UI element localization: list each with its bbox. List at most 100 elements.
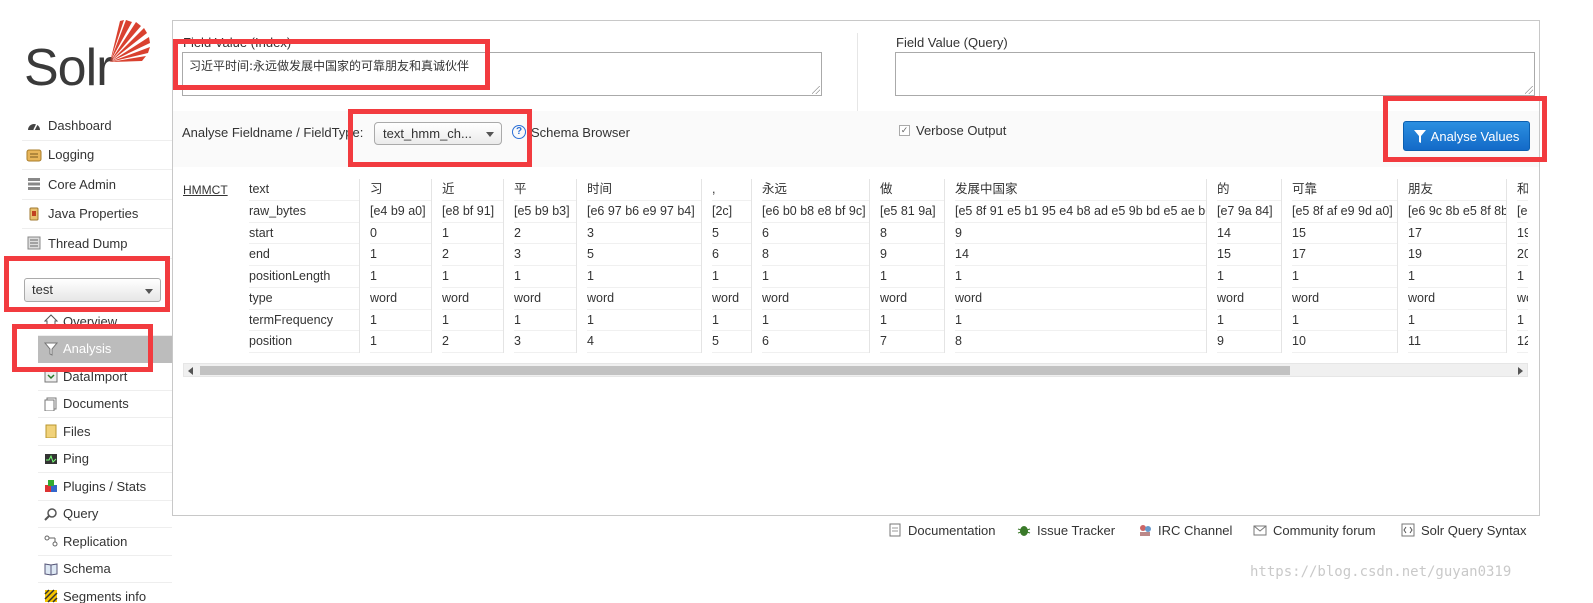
token-raw_bytes: [e6 b0 b8 e8 bf 9c] xyxy=(762,201,869,223)
attribute-name: end xyxy=(249,244,359,266)
resize-grip-icon[interactable] xyxy=(812,86,820,94)
token-termfrequency: 1 xyxy=(1217,310,1281,332)
sidebar-item-logging[interactable]: Logging xyxy=(22,141,172,170)
core-item-ping[interactable]: Ping xyxy=(38,446,172,473)
core-item-analysis[interactable]: Analysis xyxy=(38,335,172,363)
core-item-label: Replication xyxy=(63,533,128,549)
analysis-panel: Field Value (Index) 习近平时间:永远做发展中国家的可靠朋友和… xyxy=(172,20,1540,516)
horizontal-scrollbar[interactable] xyxy=(183,363,1528,377)
footer-community-forum[interactable]: Community forum xyxy=(1253,521,1376,539)
core-item-label: Documents xyxy=(63,396,129,412)
sidebar-item-label: Logging xyxy=(48,147,95,163)
resize-grip-icon[interactable] xyxy=(1525,86,1533,94)
token-position: 5 xyxy=(712,331,751,353)
footer-solr-query-syntax[interactable]: Solr Query Syntax xyxy=(1401,521,1527,539)
scroll-right-icon[interactable] xyxy=(1518,367,1523,375)
token-position: 6 xyxy=(762,331,869,353)
token-type: word xyxy=(514,288,576,310)
core-item-documents[interactable]: Documents xyxy=(38,391,172,418)
footer-label: IRC Channel xyxy=(1158,522,1233,538)
scroll-left-icon[interactable] xyxy=(188,367,193,375)
core-item-replication[interactable]: Replication xyxy=(38,528,172,556)
token-position: 8 xyxy=(955,331,1206,353)
core-item-overview[interactable]: Overview xyxy=(38,308,172,336)
overview-icon xyxy=(43,314,59,328)
verbose-output-label: Verbose Output xyxy=(916,123,1007,138)
attribute-name: position xyxy=(249,331,359,353)
token-positionlength: 1 xyxy=(370,266,431,288)
token-termfrequency: 1 xyxy=(1292,310,1397,332)
token-type: word xyxy=(442,288,503,310)
token-text: 可靠 xyxy=(1292,179,1397,201)
fieldtype-select[interactable]: text_hmm_ch... xyxy=(374,122,502,145)
token-termfrequency: 1 xyxy=(1408,310,1506,332)
solr-sun-icon xyxy=(110,20,150,62)
plugins-icon xyxy=(44,479,58,493)
sidebar-item-thread-dump[interactable]: Thread Dump xyxy=(22,229,172,259)
analyse-values-button[interactable]: Analyse Values xyxy=(1403,121,1530,151)
core-item-schema[interactable]: Schema xyxy=(38,556,172,583)
token-raw_bytes: [2c] xyxy=(712,201,751,223)
core-item-files[interactable]: Files xyxy=(38,418,172,446)
core-nav: Overview Analysis DataImport Documents F… xyxy=(38,308,172,603)
core-item-label: Schema xyxy=(63,561,111,577)
token-end: 15 xyxy=(1217,244,1281,266)
field-divider xyxy=(857,33,858,111)
token-raw_bytes: [e5 b9 b3] xyxy=(514,201,576,223)
core-selector[interactable]: test xyxy=(24,278,161,302)
token-termfrequency: 1 xyxy=(442,310,503,332)
java-properties-icon xyxy=(26,207,42,221)
token-raw_bytes: [e xyxy=(1517,201,1528,223)
segments-icon xyxy=(44,589,58,603)
token-positionlength: 1 xyxy=(1217,266,1281,288)
token-start: 3 xyxy=(587,223,701,245)
footer-label: Community forum xyxy=(1273,522,1376,538)
token-end: 14 xyxy=(955,244,1206,266)
token-position: 9 xyxy=(1217,331,1281,353)
token-raw_bytes: [e4 b9 a0] xyxy=(370,201,431,223)
analyse-values-label: Analyse Values xyxy=(1430,128,1520,144)
index-value-input[interactable]: 习近平时间:永远做发展中国家的可靠朋友和真诚伙伴 xyxy=(182,52,822,96)
token-raw_bytes: [e5 8f 91 e5 b1 95 e4 b8 ad e5 9b bd e5 … xyxy=(955,201,1206,223)
token-end: 17 xyxy=(1292,244,1397,266)
sidebar-item-dashboard[interactable]: Dashboard xyxy=(22,111,172,141)
token-end: 5 xyxy=(587,244,701,266)
sidebar: Solr Dashboard Logging Core Admin Java P… xyxy=(0,0,172,603)
token-termfrequency: 1 xyxy=(712,310,751,332)
schema-browser-link[interactable]: Schema Browser xyxy=(531,125,630,140)
core-item-plugins-stats[interactable]: Plugins / Stats xyxy=(38,473,172,501)
scrollbar-thumb[interactable] xyxy=(200,366,1290,375)
core-item-query[interactable]: Query xyxy=(38,501,172,528)
index-value-text: 习近平时间:永远做发展中国家的可靠朋友和真诚伙伴 xyxy=(189,59,470,73)
sidebar-item-java-properties[interactable]: Java Properties xyxy=(22,200,172,229)
token-text: 和 xyxy=(1517,179,1528,201)
token-column: 时间 [e6 97 b6 e9 97 b4] 3 5 1 word 1 4 xyxy=(576,179,701,353)
token-position: 3 xyxy=(514,331,576,353)
token-start: 9 xyxy=(955,223,1206,245)
token-positionlength: 1 xyxy=(514,266,576,288)
query-value-input[interactable] xyxy=(895,52,1535,96)
fieldtype-label: Analyse Fieldname / FieldType: xyxy=(182,125,364,140)
token-end: 19 xyxy=(1408,244,1506,266)
dataimport-icon xyxy=(44,369,58,383)
solr-logo[interactable]: Solr xyxy=(22,18,152,94)
token-type: word xyxy=(880,288,944,310)
token-position: 2 xyxy=(442,331,503,353)
token-start: 8 xyxy=(880,223,944,245)
chevron-down-icon xyxy=(145,289,153,294)
footer-irc-channel[interactable]: IRC Channel xyxy=(1138,521,1232,539)
schema-icon xyxy=(44,562,58,576)
footer-documentation[interactable]: Documentation xyxy=(888,521,995,539)
core-item-label: DataImport xyxy=(63,368,128,384)
footer-issue-tracker[interactable]: Issue Tracker xyxy=(1017,521,1115,539)
fieldtype-value: text_hmm_ch... xyxy=(383,126,472,141)
core-item-segments-info[interactable]: Segments info xyxy=(38,583,172,603)
analyzer-name[interactable]: HMMCT xyxy=(183,183,228,197)
core-item-dataimport[interactable]: DataImport xyxy=(38,363,172,391)
sidebar-item-core-admin[interactable]: Core Admin xyxy=(22,170,172,200)
help-icon[interactable]: ? xyxy=(512,125,526,139)
token-start: 6 xyxy=(762,223,869,245)
verbose-output-checkbox[interactable]: ✓ xyxy=(899,125,910,136)
core-item-label: Files xyxy=(63,423,91,439)
token-start: 15 xyxy=(1292,223,1397,245)
